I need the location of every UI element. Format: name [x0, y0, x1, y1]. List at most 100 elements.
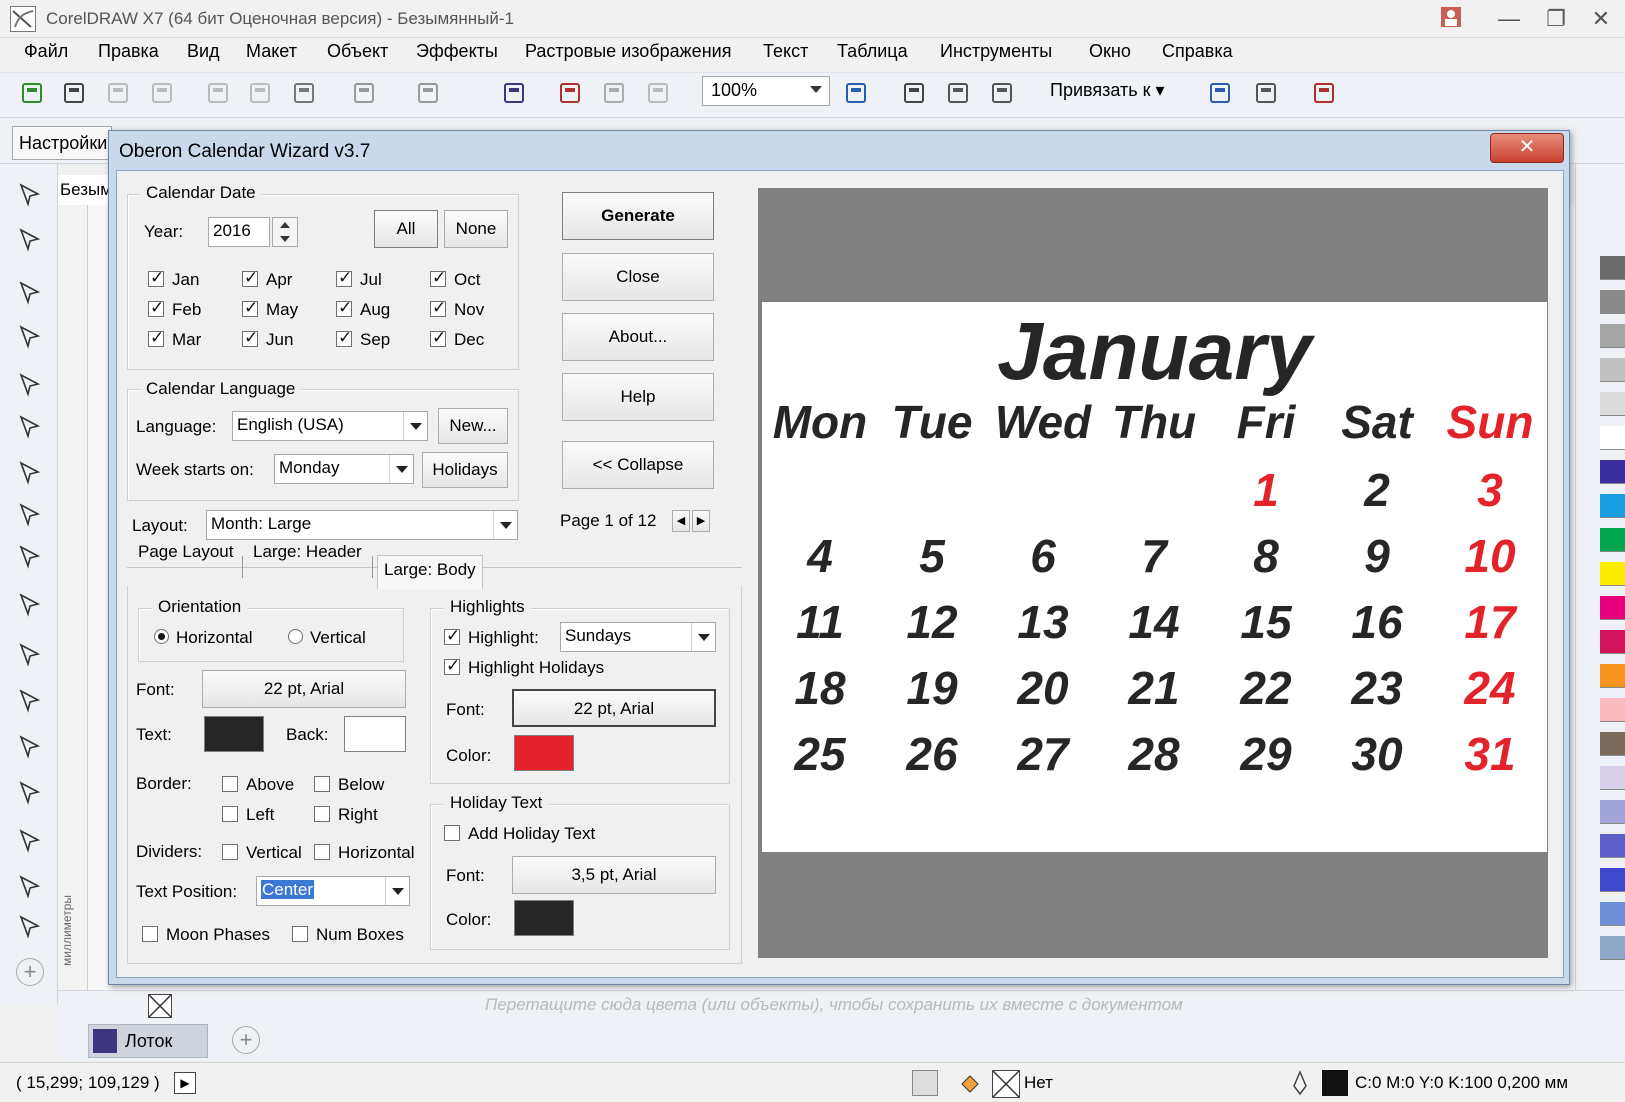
month-checkbox-dec[interactable] — [430, 328, 446, 348]
ellipse-tool-icon[interactable] — [16, 500, 44, 528]
chevron-down-icon[interactable] — [810, 86, 822, 93]
menu-item[interactable]: Текст — [761, 41, 810, 62]
spin-down-icon[interactable] — [280, 236, 290, 242]
palette-swatch[interactable] — [1600, 358, 1625, 382]
options-icon[interactable] — [1252, 79, 1280, 107]
highlight-holidays-checkbox[interactable] — [444, 656, 460, 676]
paste-icon[interactable] — [290, 79, 318, 107]
add-tool-icon[interactable]: + — [16, 958, 44, 986]
holiday-color-swatch[interactable] — [514, 900, 574, 936]
zoom-tool-icon[interactable] — [16, 322, 44, 350]
month-checkbox-jun[interactable] — [242, 328, 258, 348]
polygon-tool-icon[interactable] — [16, 542, 44, 570]
menu-item[interactable]: Окно — [1087, 41, 1133, 62]
redo-icon[interactable] — [414, 79, 442, 107]
text-position-combo[interactable]: Center — [256, 876, 410, 906]
divider-horizontal-checkbox[interactable] — [314, 844, 330, 860]
border-above-checkbox[interactable] — [222, 776, 238, 792]
palette-swatch[interactable] — [1600, 766, 1625, 790]
transparency-icon[interactable] — [16, 778, 44, 806]
collapse-button[interactable]: << Collapse — [562, 441, 714, 489]
dialog-close-button[interactable]: ✕ — [1490, 133, 1564, 163]
full-screen-icon[interactable] — [842, 79, 870, 107]
eyedropper-icon[interactable] — [16, 826, 44, 854]
export-icon[interactable] — [600, 79, 628, 107]
chevron-down-icon[interactable] — [403, 412, 427, 440]
language-combo[interactable]: English (USA) — [232, 411, 428, 441]
menu-item[interactable]: Таблица — [835, 41, 910, 62]
month-checkbox-mar[interactable] — [148, 328, 164, 348]
border-right-checkbox[interactable] — [314, 806, 330, 822]
month-checkbox-oct[interactable] — [430, 268, 446, 288]
palette-swatch[interactable] — [1600, 664, 1625, 688]
spin-up-icon[interactable] — [280, 222, 290, 228]
chevron-down-icon[interactable] — [389, 455, 413, 483]
parallel-dimension-icon[interactable] — [16, 640, 44, 668]
month-checkbox-feb[interactable] — [148, 298, 164, 318]
palette-swatch[interactable] — [1600, 902, 1625, 926]
palette-swatch[interactable] — [1600, 936, 1625, 960]
palette-swatch[interactable] — [1600, 800, 1625, 824]
drop-shadow-icon[interactable] — [16, 732, 44, 760]
palette-swatch[interactable] — [1600, 426, 1625, 450]
save-icon[interactable] — [104, 79, 132, 107]
text-color-swatch[interactable] — [204, 716, 264, 752]
palette-swatch[interactable] — [1600, 698, 1625, 722]
highlight-checkbox[interactable] — [444, 626, 460, 646]
palette-swatch[interactable] — [1600, 290, 1625, 314]
divider-vertical-checkbox[interactable] — [222, 844, 238, 860]
generate-button[interactable]: Generate — [562, 192, 714, 240]
palette-swatch[interactable] — [1600, 460, 1625, 484]
highlight-combo[interactable]: Sundays — [560, 622, 716, 652]
back-color-swatch[interactable] — [344, 716, 406, 752]
menu-item[interactable]: Вид — [185, 41, 222, 62]
week-start-combo[interactable]: Monday — [274, 454, 414, 484]
show-guidelines-icon[interactable] — [988, 79, 1016, 107]
palette-swatch[interactable] — [1600, 392, 1625, 416]
menu-item[interactable]: Правка — [96, 41, 161, 62]
menu-item[interactable]: Справка — [1160, 41, 1235, 62]
tab-large-body[interactable]: Large: Body — [377, 555, 483, 589]
highlight-font-button[interactable]: 22 pt, Arial — [512, 689, 716, 727]
palette-swatch[interactable] — [1600, 324, 1625, 348]
palette-swatch[interactable] — [1600, 562, 1625, 586]
month-checkbox-apr[interactable] — [242, 268, 258, 288]
crop-tool-icon[interactable] — [16, 278, 44, 306]
menu-item[interactable]: Инструменты — [938, 41, 1054, 62]
palette-swatch[interactable] — [1600, 630, 1625, 654]
close-window-button[interactable]: ✕ — [1585, 6, 1617, 32]
help-button[interactable]: Help — [562, 373, 714, 421]
search-content-icon[interactable] — [500, 79, 528, 107]
new-document-icon[interactable] — [18, 79, 46, 107]
rectangle-tool-icon[interactable] — [16, 458, 44, 486]
month-checkbox-may[interactable] — [242, 298, 258, 318]
year-input[interactable]: 2016 — [208, 217, 270, 247]
palette-swatch[interactable] — [1600, 596, 1625, 620]
tab-page-layout[interactable]: Page Layout — [132, 538, 239, 568]
show-rulers-icon[interactable] — [900, 79, 928, 107]
publish-pdf-icon[interactable] — [644, 79, 672, 107]
maximize-button[interactable]: ❐ — [1540, 6, 1572, 32]
orientation-horizontal-radio[interactable] — [154, 629, 169, 644]
smart-fill-icon[interactable] — [16, 912, 44, 940]
import-icon[interactable] — [556, 79, 584, 107]
moon-phases-checkbox[interactable] — [142, 926, 158, 942]
about-button[interactable]: About... — [562, 313, 714, 361]
palette-swatch[interactable] — [1600, 732, 1625, 756]
border-left-checkbox[interactable] — [222, 806, 238, 822]
palette-swatch[interactable] — [1600, 528, 1625, 552]
shape-tool-icon[interactable] — [16, 225, 44, 253]
freehand-tool-icon[interactable] — [16, 370, 44, 398]
tab-large-header[interactable]: Large: Header — [247, 538, 368, 568]
interactive-fill-icon[interactable] — [16, 872, 44, 900]
chevron-down-icon[interactable] — [691, 623, 715, 651]
user-account-icon[interactable] — [1435, 6, 1467, 32]
num-boxes-checkbox[interactable] — [292, 926, 308, 942]
palette-swatch[interactable] — [1600, 834, 1625, 858]
month-checkbox-aug[interactable] — [336, 298, 352, 318]
chevron-down-icon[interactable] — [493, 511, 517, 539]
connector-tool-icon[interactable] — [16, 686, 44, 714]
palette-swatch[interactable] — [1600, 256, 1625, 280]
month-checkbox-nov[interactable] — [430, 298, 446, 318]
palette-swatch[interactable] — [1600, 868, 1625, 892]
